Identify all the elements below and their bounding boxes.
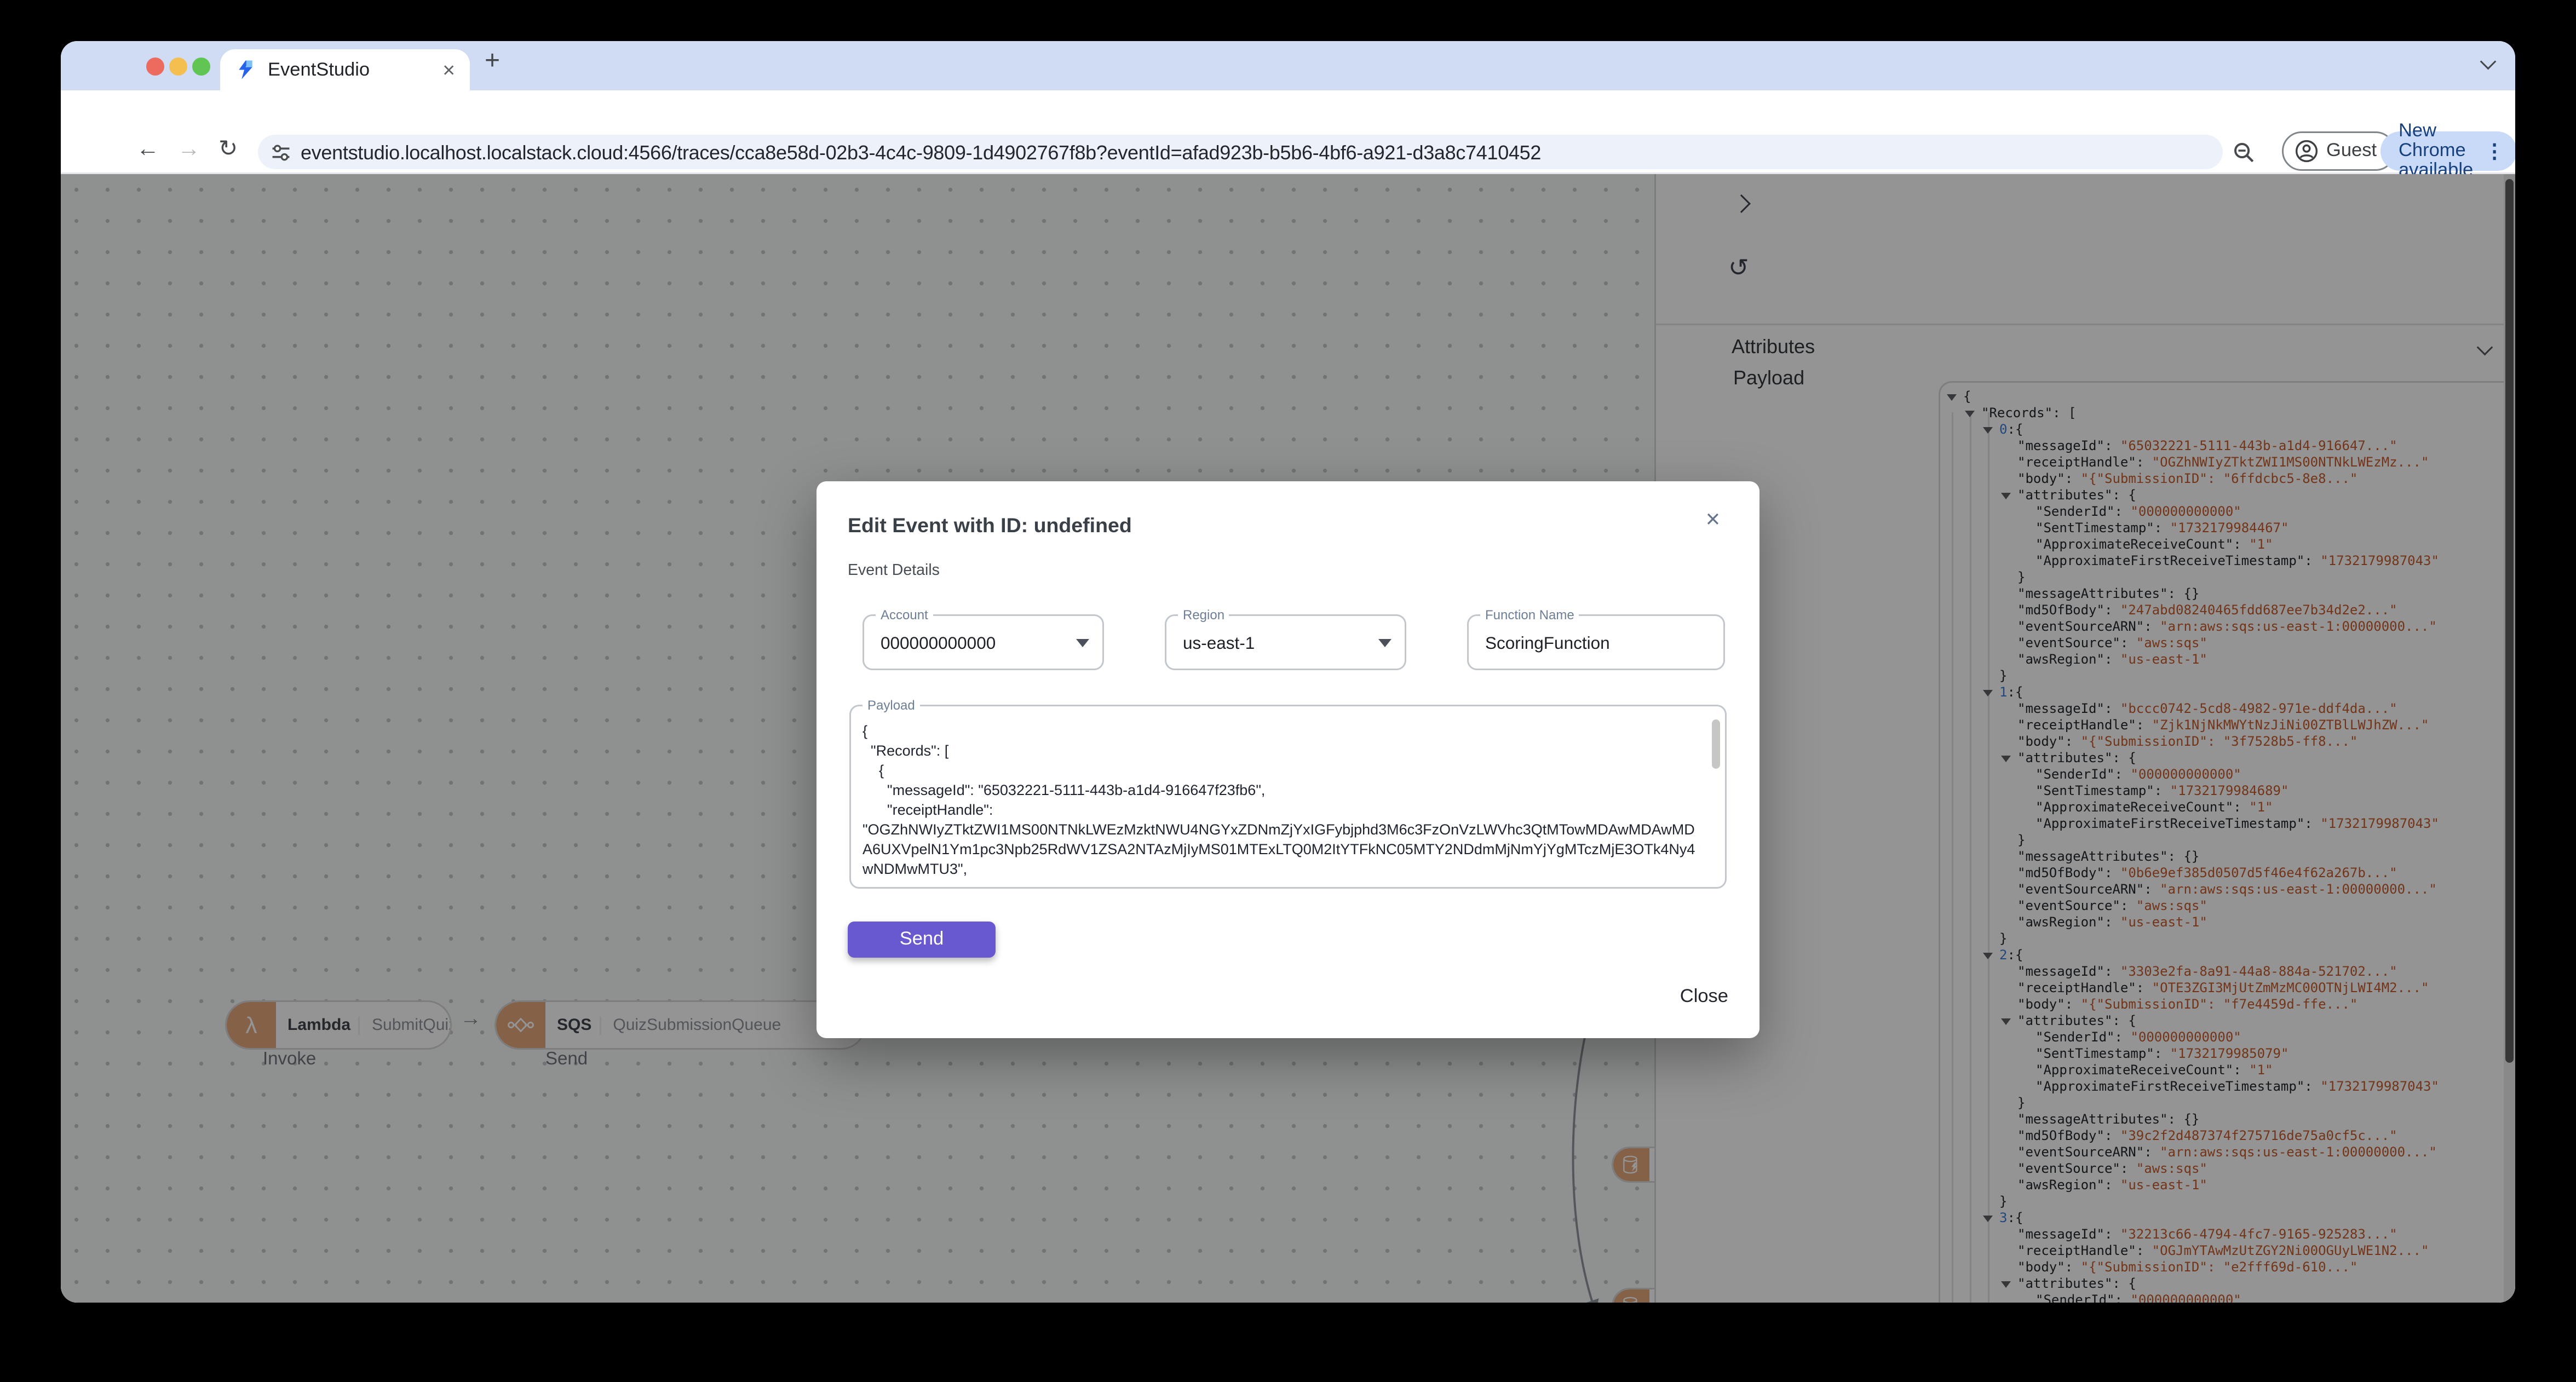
browser-menu-kebab-icon[interactable]: ⋮ xyxy=(2485,140,2504,163)
browser-window: EventStudio × + ← → ↻ eventstudio.localh… xyxy=(61,41,2515,1303)
function-name-field-value: ScoringFunction xyxy=(1485,634,1610,654)
site-info-tune-icon[interactable] xyxy=(271,142,291,162)
account-field-value: 000000000000 xyxy=(881,634,996,654)
dropdown-arrow-icon xyxy=(1378,639,1392,647)
payload-scrollbar-thumb[interactable] xyxy=(1712,719,1720,769)
macos-zoom-button[interactable] xyxy=(192,57,210,76)
macos-minimize-button[interactable] xyxy=(169,57,187,76)
update-pill-label: New Chrome available xyxy=(2399,122,2474,181)
screen: EventStudio × + ← → ↻ eventstudio.localh… xyxy=(0,0,2576,1381)
function-name-input[interactable]: Function Name ScoringFunction xyxy=(1467,608,1725,670)
payload-text[interactable]: { "Records": [ { "messageId": "65032221-… xyxy=(863,721,1704,879)
send-button[interactable]: Send xyxy=(848,922,996,958)
chrome-update-pill[interactable]: New Chrome available ⋮ xyxy=(2381,122,2515,181)
account-select[interactable]: Account 000000000000 xyxy=(863,608,1104,670)
back-icon[interactable]: ← xyxy=(136,135,159,161)
eventstudio-favicon-icon xyxy=(239,60,252,79)
url-bar[interactable]: eventstudio.localhost.localstack.cloud:4… xyxy=(258,135,2223,169)
macos-close-button[interactable] xyxy=(146,57,164,76)
payload-field-label: Payload xyxy=(863,698,920,713)
function-name-field-label: Function Name xyxy=(1480,608,1579,623)
zoom-magnifier-icon[interactable] xyxy=(2233,141,2256,164)
tab-strip: EventStudio × + xyxy=(61,41,2515,90)
profile-label: Guest xyxy=(2326,141,2377,161)
modal-close-icon[interactable]: × xyxy=(1706,508,1720,532)
url-text: eventstudio.localhost.localstack.cloud:4… xyxy=(301,140,1542,164)
reload-icon[interactable]: ↻ xyxy=(219,135,238,163)
region-field-label: Region xyxy=(1178,608,1230,623)
region-select[interactable]: Region us-east-1 xyxy=(1165,608,1406,670)
tab-strip-chevron-down-icon[interactable] xyxy=(2480,53,2497,70)
browser-toolbar: ← → ↻ eventstudio.localhost.localstack.c… xyxy=(61,90,2515,181)
account-field-label: Account xyxy=(876,608,933,623)
person-icon xyxy=(2295,140,2318,163)
tab-title: EventStudio xyxy=(268,60,370,80)
forward-icon[interactable]: → xyxy=(177,135,200,161)
page-content: λ Lambda SubmitQuizFunction Invoke → xyxy=(61,174,2515,1303)
tab-close-icon[interactable]: × xyxy=(442,59,455,80)
event-details-label: Event Details xyxy=(848,562,940,580)
new-tab-button[interactable]: + xyxy=(485,48,500,77)
close-button[interactable]: Close xyxy=(1680,987,1728,1007)
payload-textarea[interactable]: Payload { "Records": [ { "messageId": "6… xyxy=(849,698,1727,889)
modal-title: Edit Event with ID: undefined xyxy=(848,514,1132,537)
region-field-value: us-east-1 xyxy=(1183,634,1255,654)
profile-chip[interactable]: Guest xyxy=(2282,131,2395,171)
edit-event-modal: Edit Event with ID: undefined × Event De… xyxy=(817,481,1760,1038)
dropdown-arrow-icon xyxy=(1076,639,1089,647)
tab-eventstudio[interactable]: EventStudio × xyxy=(220,49,470,90)
